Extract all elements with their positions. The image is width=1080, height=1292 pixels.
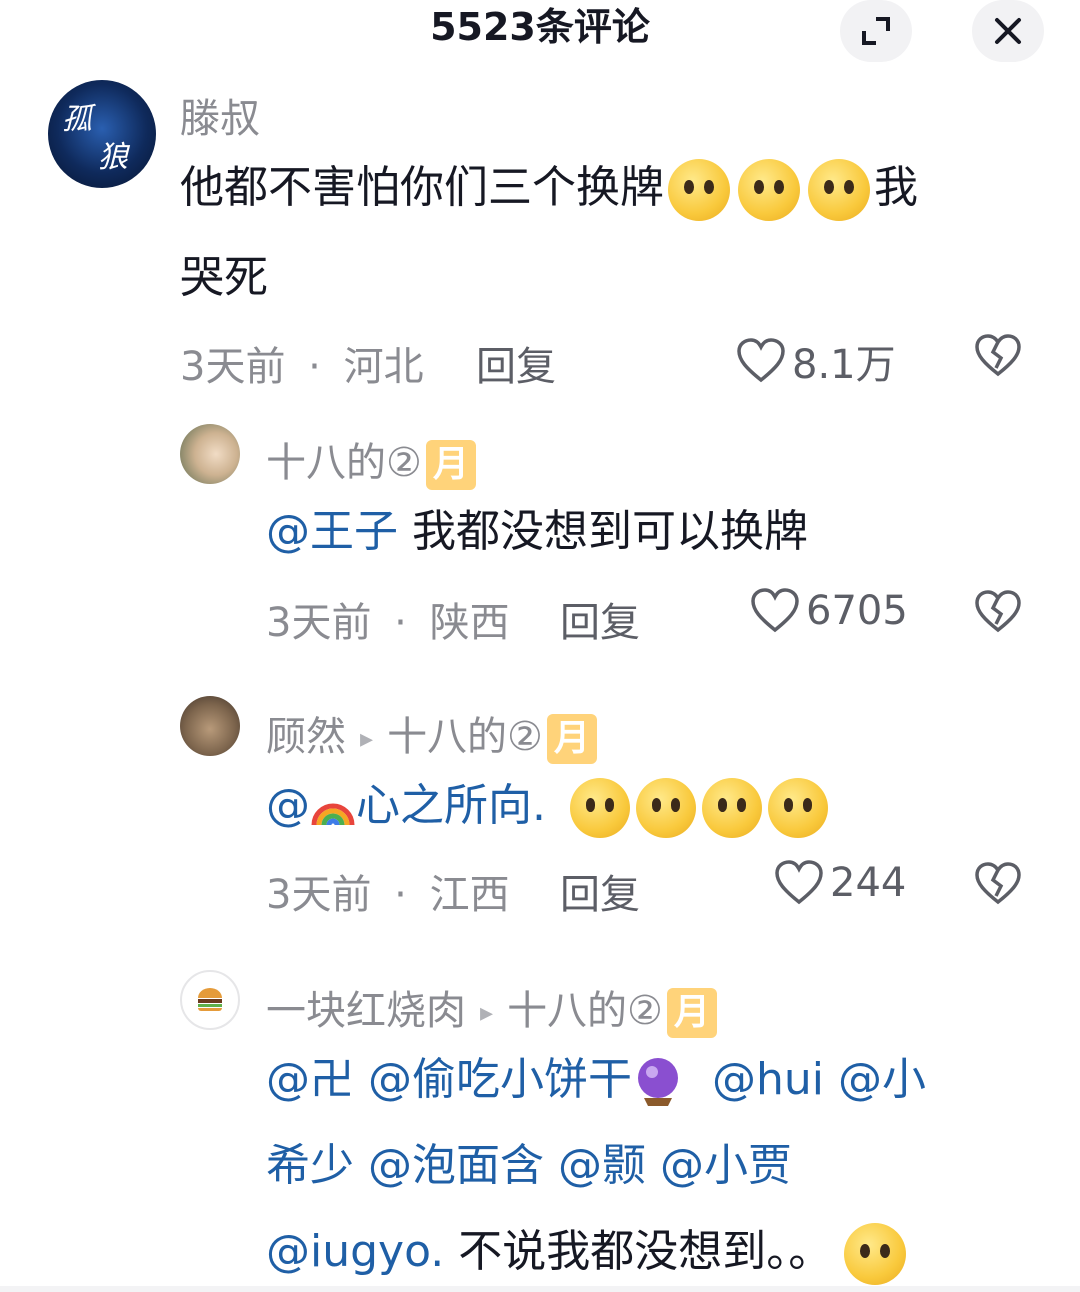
tears-of-joy-icon bbox=[702, 778, 762, 838]
reply-text-content: 我都没想到可以换牌 bbox=[398, 506, 808, 557]
avatar[interactable]: 孤 狼 bbox=[48, 80, 156, 188]
reply-time: 3天前 bbox=[266, 600, 372, 646]
meta-dot: · bbox=[394, 872, 407, 918]
pleading-face-icon bbox=[738, 159, 800, 221]
like-count: 6705 bbox=[806, 588, 908, 634]
reply-text-line3: @iugyo. 不说我都没想到。。 bbox=[266, 1222, 907, 1285]
avatar[interactable] bbox=[180, 696, 240, 756]
reply-location: 陕西 bbox=[429, 600, 510, 646]
close-button[interactable] bbox=[972, 0, 1044, 62]
like-button[interactable]: 244 bbox=[774, 860, 906, 906]
meta-dot: · bbox=[308, 344, 321, 390]
comment-text: 他都不害怕你们三个换牌 我 bbox=[180, 158, 918, 221]
like-button[interactable]: 6705 bbox=[750, 588, 908, 634]
like-button[interactable]: 8.1万 bbox=[736, 332, 896, 390]
expand-icon bbox=[862, 17, 890, 45]
comments-panel: 5523条评论 孤 狼 滕叔 他都不害怕你们三个换牌我 哭死 3天前 · 河北 … bbox=[0, 0, 1080, 1292]
reply-to-username[interactable]: 十八的② bbox=[387, 714, 543, 760]
dislike-button[interactable] bbox=[974, 862, 1022, 910]
avatar[interactable] bbox=[180, 424, 240, 484]
tears-of-joy-icon bbox=[570, 778, 630, 838]
reply-text: @王子 我都没想到可以换牌 bbox=[266, 502, 808, 562]
reply-arrow-icon: ▸ bbox=[480, 998, 494, 1028]
divider bbox=[0, 1286, 1080, 1292]
dislike-button[interactable] bbox=[974, 590, 1022, 638]
mention-prefix: @ bbox=[266, 780, 310, 831]
reply-button[interactable]: 回复 bbox=[476, 334, 556, 392]
reply-username[interactable]: 一块红烧肉 ▸ 十八的② 月 bbox=[266, 978, 717, 1038]
mention-name: 心之所向. bbox=[356, 780, 546, 831]
comment-text-line2: 哭死 bbox=[180, 252, 268, 303]
dislike-button[interactable] bbox=[974, 334, 1022, 382]
broken-heart-icon bbox=[975, 334, 1021, 377]
avatar-text: 孤 bbox=[62, 102, 92, 137]
comment-meta: 3天前 · 河北 bbox=[180, 334, 424, 392]
mention-link[interactable]: @hui @小 bbox=[712, 1054, 926, 1105]
broken-heart-icon bbox=[975, 862, 1021, 905]
reply-text-line1: @卍 @偷吃小饼干 @hui @小 bbox=[266, 1050, 926, 1110]
reply-meta: 3天前 · 江西 bbox=[266, 862, 510, 920]
mention-link[interactable]: @iugyo. bbox=[266, 1226, 444, 1277]
comment-location: 河北 bbox=[343, 344, 424, 390]
rainbow-icon bbox=[310, 785, 356, 831]
crystal-ball-icon bbox=[632, 1054, 684, 1110]
reply-time: 3天前 bbox=[266, 872, 372, 918]
heart-icon bbox=[775, 860, 823, 905]
reply-arrow-icon: ▸ bbox=[360, 724, 374, 754]
reply-to-username[interactable]: 十八的② bbox=[507, 988, 663, 1034]
reply-username-text: 顾然 bbox=[266, 714, 346, 760]
avatar-text: 狼 bbox=[98, 140, 128, 175]
mention-link[interactable]: @卍 bbox=[266, 1054, 354, 1105]
fan-badge: 月 bbox=[546, 714, 597, 764]
reply-button[interactable]: 回复 bbox=[560, 862, 640, 920]
reply-username-text: 十八的② bbox=[266, 440, 422, 486]
broken-heart-icon bbox=[975, 590, 1021, 633]
like-count: 8.1万 bbox=[792, 342, 896, 388]
reply-location: 江西 bbox=[429, 872, 510, 918]
pleading-face-icon bbox=[668, 159, 730, 221]
avatar[interactable] bbox=[180, 970, 240, 1030]
flushed-face-icon bbox=[844, 1223, 907, 1285]
fan-badge: 月 bbox=[425, 440, 476, 490]
reply-username-text: 一块红烧肉 bbox=[266, 988, 466, 1034]
reply-meta: 3天前 · 陕西 bbox=[266, 590, 510, 648]
burger-icon bbox=[198, 988, 222, 1011]
reply-text-content: 不说我都没想到。。 bbox=[444, 1226, 833, 1277]
comment-username[interactable]: 滕叔 bbox=[180, 86, 260, 144]
reply-username[interactable]: 十八的② 月 bbox=[266, 430, 476, 490]
reply-username[interactable]: 顾然 ▸ 十八的② 月 bbox=[266, 704, 597, 764]
comment-text-tail: 我 bbox=[874, 162, 918, 213]
close-icon bbox=[995, 18, 1021, 44]
reply-button[interactable]: 回复 bbox=[560, 590, 640, 648]
tears-of-joy-icon bbox=[768, 778, 828, 838]
pleading-face-icon bbox=[808, 159, 870, 221]
comments-count-title: 5523条评论 bbox=[430, 5, 650, 49]
heart-icon bbox=[737, 338, 785, 383]
mention-link[interactable]: @ 心之所向. bbox=[266, 780, 546, 831]
comment-time: 3天前 bbox=[180, 344, 286, 390]
fan-badge: 月 bbox=[666, 988, 717, 1038]
reply-text: @ 心之所向. bbox=[266, 776, 828, 838]
expand-button[interactable] bbox=[840, 0, 912, 62]
meta-dot: · bbox=[394, 600, 407, 646]
heart-icon bbox=[751, 588, 799, 633]
tears-of-joy-icon bbox=[636, 778, 696, 838]
comments-header: 5523条评论 bbox=[0, 0, 1080, 62]
mention-link[interactable]: @王子 bbox=[266, 506, 398, 557]
mention-link[interactable]: @偷吃小饼干 bbox=[368, 1054, 632, 1105]
comment-text-line1: 他都不害怕你们三个换牌 bbox=[180, 162, 664, 213]
like-count: 244 bbox=[830, 860, 907, 906]
reply-text-line2[interactable]: 希少 @泡面含 @颢 @小贾 bbox=[266, 1136, 792, 1196]
